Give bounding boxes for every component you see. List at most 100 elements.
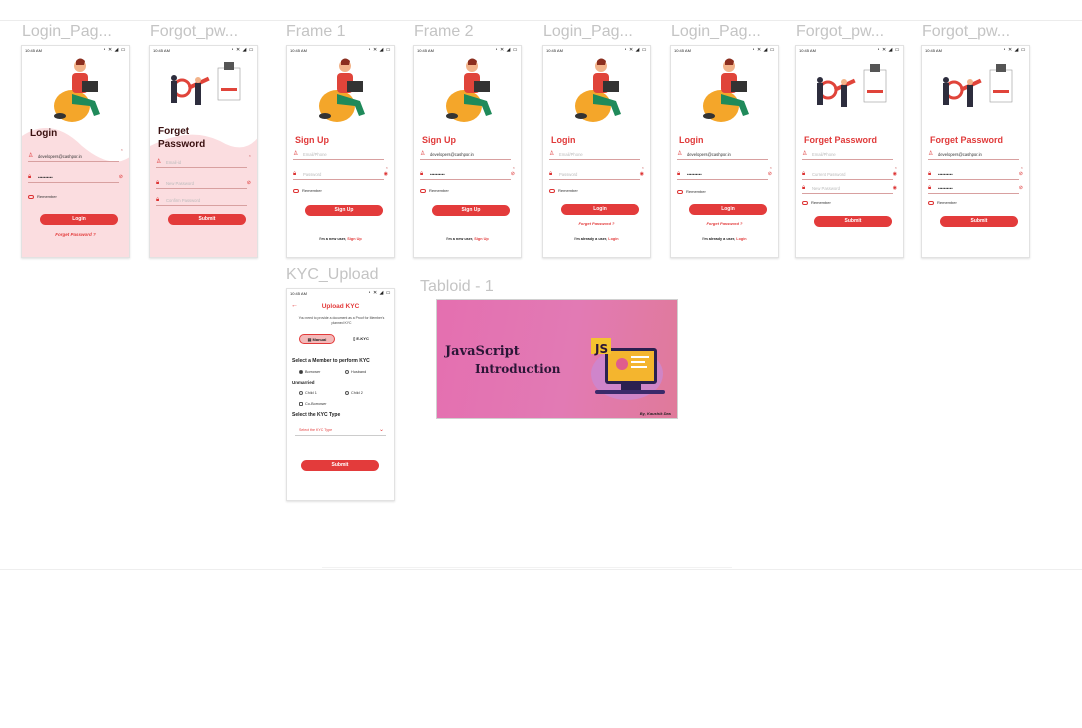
remember-toggle[interactable]: Remember: [293, 188, 322, 193]
email-phone-field[interactable]: ♙ developers@cashpor.in: [420, 150, 511, 160]
eye-off-icon[interactable]: ⊘: [247, 180, 251, 186]
email-phone-field[interactable]: ♙ developers@cashpor.in: [928, 150, 1019, 160]
tabloid-banner[interactable]: JavaScript Introduction JS By, Kaushik D…: [436, 299, 678, 419]
clear-icon[interactable]: ×: [642, 165, 644, 170]
frame-login-1[interactable]: 10:45 AM ◔ ✕ ◢ ▭ Login ♙ developers@cashpo…: [21, 45, 130, 258]
clear-icon[interactable]: ×: [386, 165, 388, 170]
remember-toggle[interactable]: Remember: [928, 200, 957, 205]
footer-link[interactable]: Login: [736, 237, 746, 241]
remember-label: Remember: [937, 200, 957, 205]
password-field[interactable]: 🔒︎ •••••••••• ⊘ ×: [677, 165, 772, 180]
new-password-field[interactable]: 🔒︎ New Password ◉: [802, 184, 897, 194]
status-bar: 10:45 AM ◔ ✕ ◢ ▭: [287, 46, 394, 54]
footer-prompt: I'm a new user,: [446, 237, 474, 241]
remember-toggle[interactable]: Remember: [549, 188, 578, 193]
eye-off-icon[interactable]: ⊘: [1019, 185, 1023, 191]
frame-label-kyc[interactable]: KYC_Upload: [286, 266, 396, 284]
remember-label: Remember: [686, 189, 706, 194]
eye-off-icon[interactable]: ⊘: [511, 171, 515, 177]
eye-icon[interactable]: ◉: [640, 171, 644, 177]
frame-label-forgot-3[interactable]: Forgot_pw...: [922, 23, 1026, 41]
submit-button[interactable]: Submit: [301, 460, 379, 471]
frame-forgot-1[interactable]: 10:45 AM ◔ ✕ ◢ ▭ Forget Password ♙ Email-i…: [149, 45, 258, 258]
login-button[interactable]: Login: [40, 214, 118, 225]
frame-label-login-3[interactable]: Login_Pag...: [671, 23, 775, 41]
footer-link[interactable]: Sign Up: [347, 237, 361, 241]
eye-icon[interactable]: ◉: [893, 171, 897, 177]
frame-forgot-2[interactable]: 10:45 AM ◔ ✕ ◢ ▭ Forget Password ♙ Email/P…: [795, 45, 904, 258]
eye-icon[interactable]: ◉: [893, 185, 897, 191]
frame-login-3[interactable]: 10:45 AM ◔ ✕ ◢ ▭ Login ♙ developers@cashpo…: [670, 45, 779, 258]
user-icon: ♙: [293, 151, 299, 157]
tab-ekyc[interactable]: ▯ E-KYC: [343, 334, 379, 344]
password-field[interactable]: 🔒︎ •••••••••• ⊘ ×: [420, 165, 515, 180]
status-time: 10:45 AM: [290, 48, 307, 53]
new-password-field[interactable]: 🔒︎ New Password ⊘: [156, 179, 251, 189]
eye-off-icon[interactable]: ⊘: [119, 174, 123, 180]
clear-icon[interactable]: ×: [895, 165, 897, 170]
submit-button[interactable]: Submit: [814, 216, 892, 227]
checkbox-coborrower[interactable]: Co-Borrower: [299, 402, 327, 406]
frame-login-2[interactable]: 10:45 AM ◔ ✕ ◢ ▭ Login ♙ Email/Phone 🔒︎ Pas…: [542, 45, 651, 258]
clear-icon[interactable]: ×: [121, 147, 123, 152]
footer-link[interactable]: Sign Up: [474, 237, 488, 241]
kyc-type-select[interactable]: Select the KYC Type ⌄: [295, 424, 386, 436]
clear-icon[interactable]: ×: [249, 153, 251, 158]
submit-button[interactable]: Submit: [168, 214, 246, 225]
clear-icon[interactable]: ×: [770, 165, 772, 170]
email-value: developers@cashpor.in: [38, 154, 82, 159]
clear-icon[interactable]: ×: [513, 165, 515, 170]
email-field[interactable]: ♙ developers@cashpor.in ×: [28, 147, 123, 162]
remember-toggle[interactable]: Remember: [802, 200, 831, 205]
radio-child2[interactable]: Child 2: [345, 391, 363, 395]
forget-password-link[interactable]: Forget Password ?: [543, 221, 650, 226]
forget-password-link[interactable]: Forget Password ?: [671, 221, 778, 226]
radio-child1[interactable]: Child 1: [299, 391, 317, 395]
radio-husband[interactable]: Husband: [345, 370, 366, 374]
footer-link[interactable]: Login: [608, 237, 618, 241]
frame-label-login-2[interactable]: Login_Pag...: [543, 23, 647, 41]
eye-icon[interactable]: ◉: [384, 171, 388, 177]
frame-label-frame2[interactable]: Frame 2: [414, 23, 518, 41]
remember-toggle[interactable]: Remember: [28, 194, 57, 199]
email-phone-field[interactable]: ♙ Email/Phone: [549, 150, 640, 160]
eye-off-icon[interactable]: ⊘: [1019, 171, 1023, 177]
password-field[interactable]: 🔒︎ Password ◉ ×: [549, 165, 644, 180]
email-phone-field[interactable]: ♙ Email/Phone: [293, 150, 384, 160]
email-field[interactable]: ♙ Email-id ×: [156, 153, 251, 168]
login-button[interactable]: Login: [689, 204, 767, 215]
confirm-password-field[interactable]: 🔒︎ Confirm Password: [156, 196, 247, 206]
remember-toggle[interactable]: Remember: [420, 188, 449, 193]
new-password-field[interactable]: 🔒︎ •••••••••• ⊘: [928, 184, 1023, 194]
forget-password-link[interactable]: Forget Password ?: [22, 232, 129, 237]
signup-button[interactable]: Sign Up: [432, 205, 510, 216]
frame-label-tabloid[interactable]: Tabloid - 1: [420, 278, 530, 296]
frame-signup-1[interactable]: 10:45 AM ◔ ✕ ◢ ▭ Sign Up ♙ Email/Phone 🔒︎ P…: [286, 45, 395, 258]
frame-forgot-3[interactable]: 10:45 AM ◔ ✕ ◢ ▭ Forget Password ♙ develop…: [921, 45, 1030, 258]
user-icon: ♙: [802, 151, 808, 157]
frame-label-frame1[interactable]: Frame 1: [286, 23, 390, 41]
frame-label-login-1[interactable]: Login_Pag...: [22, 23, 126, 41]
submit-button[interactable]: Submit: [940, 216, 1018, 227]
frame-kyc-upload[interactable]: 10:45 AM ◔ ✕ ◢ ▭ ← Upload KYC You need to…: [286, 288, 395, 501]
frame-signup-2[interactable]: 10:45 AM ◔ ✕ ◢ ▭ Sign Up ♙ developers@cash…: [413, 45, 522, 258]
frame-label-forgot-2[interactable]: Forgot_pw...: [796, 23, 900, 41]
tab-manual[interactable]: ▤ Manual: [299, 334, 335, 344]
password-field[interactable]: 🔒︎ •••••••••• ⊘: [28, 173, 123, 183]
frame-label-forgot-1[interactable]: Forgot_pw...: [150, 23, 254, 41]
login-button[interactable]: Login: [561, 204, 639, 215]
password-field[interactable]: 🔒︎ Password ◉ ×: [293, 165, 388, 180]
email-phone-field[interactable]: ♙ Email/Phone: [802, 150, 893, 160]
radio-borrower[interactable]: Borrower: [299, 370, 320, 374]
page-title: Login: [30, 128, 58, 139]
person-laptop-illustration: [575, 58, 621, 122]
remember-toggle[interactable]: Remember: [677, 189, 706, 194]
email-phone-field[interactable]: ♙ developers@cashpor.in: [677, 150, 768, 160]
current-password-field[interactable]: 🔒︎ •••••••••• ⊘ ×: [928, 165, 1023, 180]
signup-button[interactable]: Sign Up: [305, 205, 383, 216]
page-title: Forget Password: [804, 135, 878, 145]
toggle-icon: [28, 194, 34, 199]
eye-off-icon[interactable]: ⊘: [768, 171, 772, 177]
current-password-field[interactable]: 🔒︎ Current Password ◉ ×: [802, 165, 897, 180]
clear-icon[interactable]: ×: [1021, 165, 1023, 170]
